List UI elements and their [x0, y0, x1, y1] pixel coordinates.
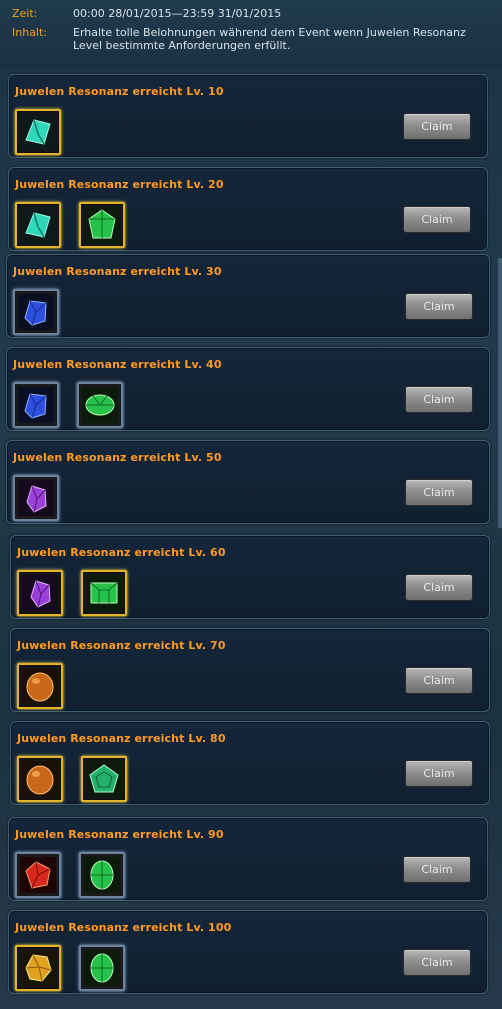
reward-item-slot[interactable] — [17, 756, 63, 802]
claim-button[interactable]: Claim — [403, 113, 471, 140]
reward-item-slot[interactable] — [13, 289, 59, 335]
reward-title: Juwelen Resonanz erreicht Lv. 20 — [15, 178, 224, 191]
reward-item-slot[interactable] — [79, 202, 125, 248]
time-label: Zeit: — [12, 7, 38, 20]
reward-item-slot[interactable] — [81, 570, 127, 616]
reward-item-slot[interactable] — [13, 475, 59, 521]
blue-crystal-icon — [18, 387, 54, 423]
reward-panel: Juwelen Resonanz erreicht Lv. 50 Claim — [6, 440, 490, 524]
teal-crystal-icon — [20, 207, 56, 243]
purple-crystal-icon — [22, 575, 58, 611]
reward-panel: Juwelen Resonanz erreicht Lv. 20 Claim — [8, 167, 488, 251]
claim-button[interactable]: Claim — [405, 667, 473, 694]
reward-title: Juwelen Resonanz erreicht Lv. 100 — [15, 921, 232, 934]
claim-button[interactable]: Claim — [405, 293, 473, 320]
time-value: 00:00 28/01/2015—23:59 31/01/2015 — [73, 7, 282, 20]
reward-item-slot[interactable] — [15, 109, 61, 155]
green-gem-icon — [82, 387, 118, 423]
claim-button[interactable]: Claim — [403, 949, 471, 976]
claim-button[interactable]: Claim — [403, 206, 471, 233]
reward-title: Juwelen Resonanz erreicht Lv. 80 — [17, 732, 226, 745]
reward-panel: Juwelen Resonanz erreicht Lv. 80 Claim — [10, 721, 490, 805]
content-description: Erhalte tolle Belohnungen während dem Ev… — [73, 26, 466, 52]
reward-panel: Juwelen Resonanz erreicht Lv. 40 Claim — [6, 347, 490, 431]
purple-crystal-icon — [18, 480, 54, 516]
reward-item-slot[interactable] — [17, 570, 63, 616]
reward-title: Juwelen Resonanz erreicht Lv. 40 — [13, 358, 222, 371]
reward-item-slot[interactable] — [79, 852, 125, 898]
claim-button[interactable]: Claim — [405, 479, 473, 506]
claim-button[interactable]: Claim — [405, 760, 473, 787]
scrollbar-track[interactable] — [498, 258, 502, 528]
reward-title: Juwelen Resonanz erreicht Lv. 50 — [13, 451, 222, 464]
content-label: Inhalt: — [12, 26, 48, 39]
reward-item-slot[interactable] — [15, 202, 61, 248]
green-gem-icon — [84, 857, 120, 893]
reward-title: Juwelen Resonanz erreicht Lv. 70 — [17, 639, 226, 652]
reward-panel: Juwelen Resonanz erreicht Lv. 100 Claim — [8, 910, 488, 994]
green-gem-icon — [86, 761, 122, 797]
claim-button[interactable]: Claim — [403, 856, 471, 883]
reward-title: Juwelen Resonanz erreicht Lv. 90 — [15, 828, 224, 841]
event-info-header: Zeit: 00:00 28/01/2015—23:59 31/01/2015 … — [0, 0, 502, 68]
yellow-crystal-icon — [20, 950, 56, 986]
reward-panel: Juwelen Resonanz erreicht Lv. 70 Claim — [10, 628, 490, 712]
teal-crystal-icon — [20, 114, 56, 150]
reward-item-slot[interactable] — [13, 382, 59, 428]
claim-button[interactable]: Claim — [405, 386, 473, 413]
green-gem-icon — [84, 950, 120, 986]
reward-panel: Juwelen Resonanz erreicht Lv. 30 Claim — [6, 254, 490, 338]
green-gem-icon — [86, 575, 122, 611]
reward-item-slot[interactable] — [77, 382, 123, 428]
reward-item-slot[interactable] — [15, 852, 61, 898]
reward-title: Juwelen Resonanz erreicht Lv. 30 — [13, 265, 222, 278]
reward-panel: Juwelen Resonanz erreicht Lv. 90 Claim — [8, 817, 488, 901]
blue-crystal-icon — [18, 294, 54, 330]
reward-panel: Juwelen Resonanz erreicht Lv. 10 Claim — [8, 74, 488, 158]
red-crystal-icon — [20, 857, 56, 893]
orange-crystal-icon — [22, 668, 58, 704]
reward-item-slot[interactable] — [79, 945, 125, 991]
green-gem-icon — [84, 207, 120, 243]
reward-item-slot[interactable] — [17, 663, 63, 709]
reward-panel: Juwelen Resonanz erreicht Lv. 60 Claim — [10, 535, 490, 619]
reward-item-slot[interactable] — [81, 756, 127, 802]
reward-title: Juwelen Resonanz erreicht Lv. 10 — [15, 85, 224, 98]
reward-title: Juwelen Resonanz erreicht Lv. 60 — [17, 546, 226, 559]
reward-item-slot[interactable] — [15, 945, 61, 991]
claim-button[interactable]: Claim — [405, 574, 473, 601]
orange-crystal-icon — [22, 761, 58, 797]
